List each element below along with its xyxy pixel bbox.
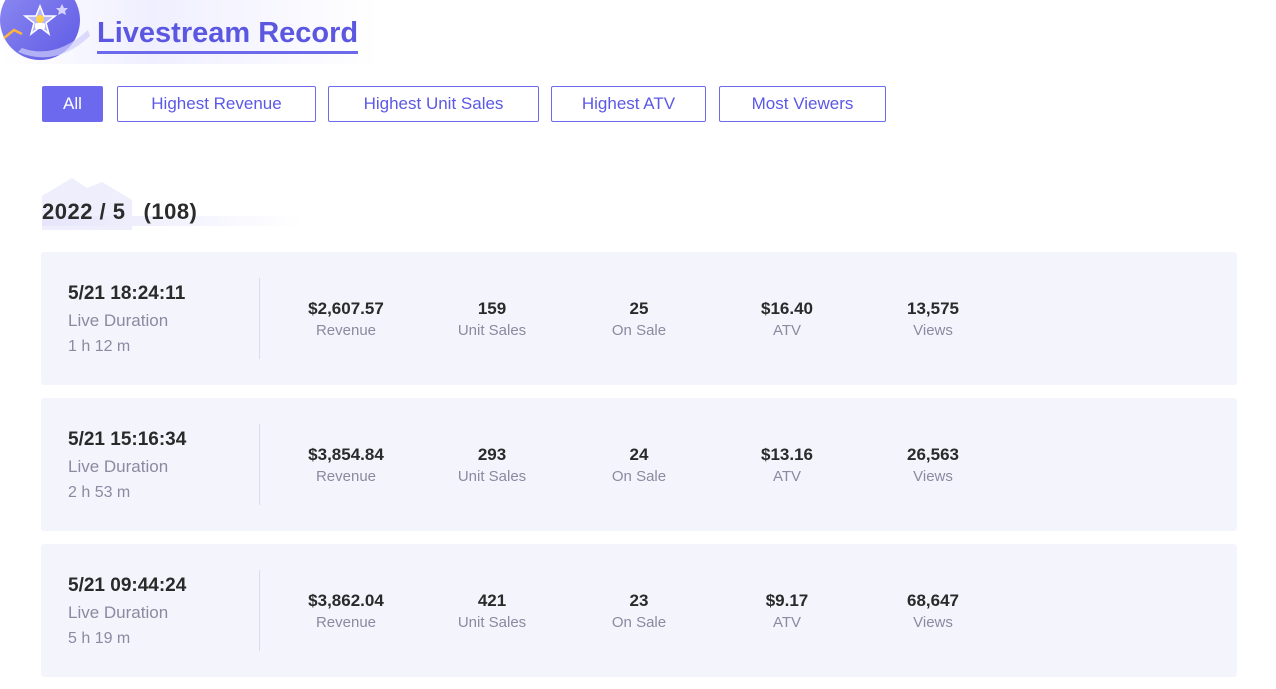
on-sale-value: 23 — [629, 591, 649, 610]
revenue-label: Revenue — [315, 614, 377, 631]
filter-most-viewers-button[interactable]: Most Viewers — [719, 86, 886, 122]
live-duration-label: Live Duration — [68, 457, 169, 476]
atv-value: $16.40 — [761, 299, 813, 318]
live-duration-value: 1 h 12 m — [68, 338, 131, 355]
filter-highest-revenue-button[interactable]: Highest Revenue — [117, 86, 316, 122]
on-sale-label: On Sale — [611, 614, 667, 631]
on-sale-metric: 23 On Sale — [579, 590, 699, 633]
revenue-value: $3,862.04 — [308, 591, 384, 610]
filter-highest-unit-sales-button[interactable]: Highest Unit Sales — [328, 86, 539, 122]
month-heading: 2022 / 5 (108) — [42, 197, 197, 227]
revenue-value: $2,607.57 — [308, 299, 384, 318]
record-start-time: 5/21 18:24:11 — [68, 283, 186, 304]
on-sale-metric: 25 On Sale — [579, 298, 699, 341]
unit-sales-metric: 159 Unit Sales — [432, 298, 552, 341]
views-label: Views — [913, 322, 953, 339]
unit-sales-label: Unit Sales — [457, 468, 527, 485]
views-value: 68,647 — [907, 591, 959, 610]
live-duration-value: 2 h 53 m — [68, 484, 131, 501]
live-duration-label: Live Duration — [68, 603, 169, 622]
unit-sales-value: 293 — [477, 445, 507, 464]
views-metric: 13,575 Views — [873, 298, 993, 341]
atv-metric: $16.40 ATV — [727, 298, 847, 341]
atv-metric: $9.17 ATV — [727, 590, 847, 633]
revenue-label: Revenue — [315, 468, 377, 485]
revenue-metric: $3,854.84 Revenue — [286, 444, 406, 487]
views-value: 13,575 — [907, 299, 959, 318]
revenue-metric: $3,862.04 Revenue — [286, 590, 406, 633]
views-metric: 26,563 Views — [873, 444, 993, 487]
revenue-metric: $2,607.57 Revenue — [286, 298, 406, 341]
record-divider — [259, 424, 260, 505]
star-person-icon — [0, 0, 96, 64]
on-sale-value: 25 — [629, 299, 649, 318]
atv-label: ATV — [772, 614, 802, 631]
record-start-time: 5/21 09:44:24 — [68, 575, 187, 596]
live-duration-label: Live Duration — [68, 311, 169, 330]
unit-sales-value: 159 — [477, 299, 507, 318]
month-label: 2022 / 5 — [42, 199, 126, 224]
atv-value: $9.17 — [765, 591, 809, 610]
on-sale-label: On Sale — [611, 468, 667, 485]
atv-metric: $13.16 ATV — [727, 444, 847, 487]
record-card[interactable]: 5/21 09:44:24 Live Duration 5 h 19 m $3,… — [41, 544, 1237, 677]
page-title: Livestream Record — [97, 15, 359, 54]
on-sale-value: 24 — [629, 445, 649, 464]
month-record-count: (108) — [143, 199, 198, 224]
atv-label: ATV — [772, 322, 802, 339]
livestream-record-panel: Livestream Record All Highest Revenue Hi… — [0, 0, 1276, 689]
views-metric: 68,647 Views — [873, 590, 993, 633]
record-divider — [259, 570, 260, 651]
record-card[interactable]: 5/21 15:16:34 Live Duration 2 h 53 m $3,… — [41, 398, 1237, 531]
unit-sales-value: 421 — [477, 591, 507, 610]
unit-sales-metric: 421 Unit Sales — [432, 590, 552, 633]
revenue-value: $3,854.84 — [308, 445, 384, 464]
live-duration-value: 5 h 19 m — [68, 630, 131, 647]
views-value: 26,563 — [907, 445, 959, 464]
filter-all-button[interactable]: All — [42, 86, 103, 122]
unit-sales-metric: 293 Unit Sales — [432, 444, 552, 487]
views-label: Views — [913, 614, 953, 631]
on-sale-metric: 24 On Sale — [579, 444, 699, 487]
filter-highest-atv-button[interactable]: Highest ATV — [551, 86, 706, 122]
unit-sales-label: Unit Sales — [457, 322, 527, 339]
record-divider — [259, 278, 260, 359]
atv-label: ATV — [772, 468, 802, 485]
views-label: Views — [913, 468, 953, 485]
record-card[interactable]: 5/21 18:24:11 Live Duration 1 h 12 m $2,… — [41, 252, 1237, 385]
atv-value: $13.16 — [761, 445, 813, 464]
revenue-label: Revenue — [315, 322, 377, 339]
record-start-time: 5/21 15:16:34 — [68, 429, 187, 450]
unit-sales-label: Unit Sales — [457, 614, 527, 631]
on-sale-label: On Sale — [611, 322, 667, 339]
